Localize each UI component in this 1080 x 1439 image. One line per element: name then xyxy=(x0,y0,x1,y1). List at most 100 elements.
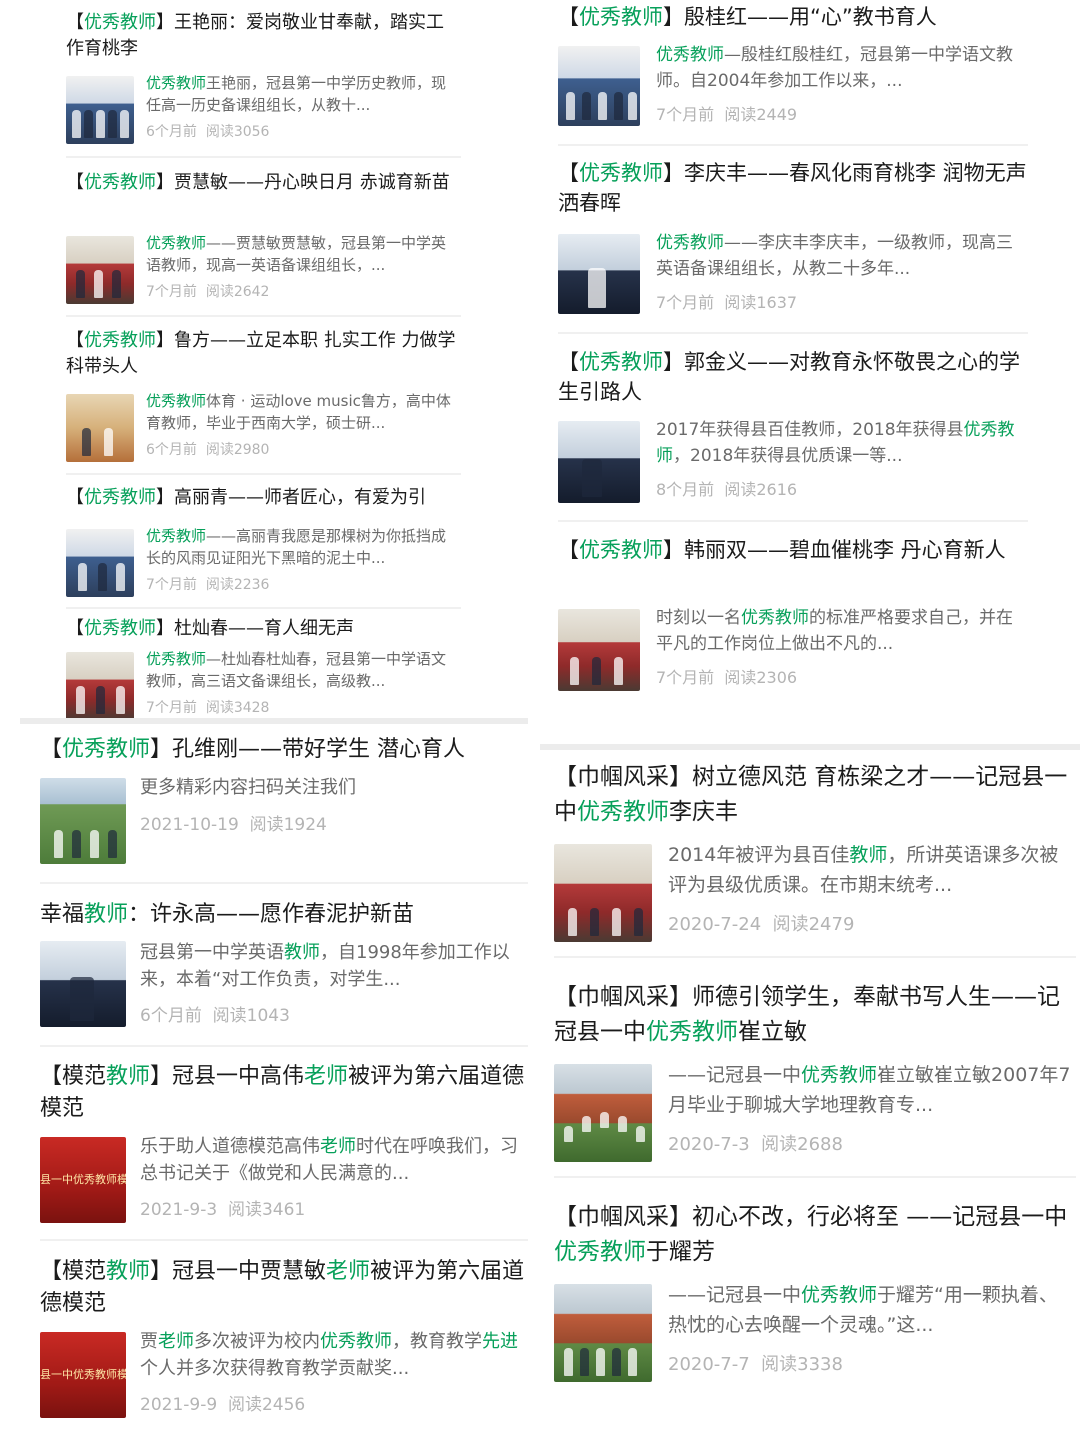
summary-highlight: 优秀教师 xyxy=(146,234,207,252)
list-item[interactable]: 【模范教师】冠县一中高伟老师被评为第六届道德模范 县一中优秀教师模 乐于助人道德… xyxy=(40,1061,528,1225)
list-item[interactable]: 【巾帼风采】初心不改，行必将至 ——记冠县一中优秀教师于耀芳 ——记冠县一中优秀… xyxy=(554,1200,1076,1382)
article-thumbnail[interactable] xyxy=(558,46,640,126)
article-summary: ——记冠县一中优秀教师崔立敏崔立敏2007年7月毕业于聊城大学地理教育专... xyxy=(668,1060,1076,1120)
article-title[interactable]: 【巾帼风采】师德引领学生，奉献书写人生——记冠县一中优秀教师崔立敏 xyxy=(554,980,1076,1050)
list-item[interactable]: 【巾帼风采】师德引领学生，奉献书写人生——记冠县一中优秀教师崔立敏 ——记冠县一… xyxy=(554,980,1076,1162)
list-item[interactable]: 【优秀教师】殷桂红——用“心”教书育人 优秀教师—殷桂红殷桂红，冠县第一中学语文… xyxy=(558,2,1028,130)
list-item[interactable]: 【优秀教师】王艳丽：爱岗敬业甘奉献，踏实工作育桃李 优秀教师王艳丽，冠县第一中学… xyxy=(66,10,461,146)
article-summary: 优秀教师——李庆丰李庆丰，一级教师，现高三英语备课组组长，从教二十多年... xyxy=(656,230,1028,282)
publish-time: 2020-7-3 xyxy=(668,1134,750,1155)
article-title[interactable]: 【优秀教师】贾慧敏——丹心映日月 赤诚育新苗 xyxy=(66,170,461,196)
list-item[interactable]: 【优秀教师】鲁方——立足本职 扎实工作 力做学科带头人 优秀教师体育 · 运动l… xyxy=(66,328,461,464)
read-count: 阅读3338 xyxy=(761,1354,843,1375)
article-thumbnail[interactable] xyxy=(66,394,134,462)
list-item[interactable]: 【优秀教师】韩丽双——碧血催桃李 丹心育新人 时刻以一名优秀教师的标准严格要求自… xyxy=(558,535,1028,695)
article-meta: 6个月前 阅读2980 xyxy=(146,439,269,459)
article-thumbnail[interactable]: 县一中优秀教师模 xyxy=(40,1332,126,1418)
title-text: 贾慧敏——丹心映日月 赤诚育新苗 xyxy=(174,172,450,193)
summary-highlight: 优秀教师 xyxy=(146,650,207,668)
list-item[interactable]: 【巾帼风采】树立德风范 育栋梁之才——记冠县一中优秀教师李庆丰 2014年被评为… xyxy=(554,760,1076,942)
title-prefix: 【巾帼风采】师德引领学生，奉献书写人生——记冠县一中 xyxy=(554,984,1060,1045)
summary-highlight: 优秀教师 xyxy=(146,527,207,545)
article-thumbnail[interactable] xyxy=(40,941,126,1027)
divider xyxy=(558,332,1028,334)
summary-highlight: 优秀教师 xyxy=(146,392,207,410)
article-thumbnail[interactable] xyxy=(554,1064,652,1162)
article-title[interactable]: 【模范教师】冠县一中高伟老师被评为第六届道德模范 xyxy=(40,1061,528,1125)
list-item[interactable]: 【优秀教师】李庆丰——春风化雨育桃李 润物无声洒春晖 优秀教师——李庆丰李庆丰，… xyxy=(558,158,1028,318)
article-thumbnail[interactable] xyxy=(558,609,640,691)
divider xyxy=(66,607,461,609)
article-meta: 2020-7-7 阅读3338 xyxy=(668,1350,843,1376)
summary-text: ，2018年获得县优质课一等... xyxy=(673,446,903,466)
title-prefix: 【 xyxy=(40,737,63,762)
list-item[interactable]: 幸福教师：许永高——愿作春泥护新苗 冠县第一中学英语教师，自1998年参加工作以… xyxy=(40,899,528,1033)
article-meta: 2021-9-3 阅读3461 xyxy=(140,1195,305,1220)
article-meta: 2020-7-3 阅读2688 xyxy=(668,1130,843,1156)
read-count: 阅读2479 xyxy=(772,914,855,935)
article-title[interactable]: 【优秀教师】殷桂红——用“心”教书育人 xyxy=(558,2,1028,32)
article-title[interactable]: 【优秀教师】高丽青——师者匠心，有爱为引 xyxy=(66,485,461,511)
title-highlight: 教师 xyxy=(106,1064,151,1089)
read-count: 阅读2616 xyxy=(724,480,798,499)
article-title[interactable]: 【优秀教师】鲁方——立足本职 扎实工作 力做学科带头人 xyxy=(66,328,461,380)
article-thumbnail[interactable] xyxy=(554,844,652,942)
summary-prefix: 冠县第一中学英语 xyxy=(140,942,284,963)
article-thumbnail[interactable] xyxy=(558,234,640,314)
article-title[interactable]: 【优秀教师】韩丽双——碧血催桃李 丹心育新人 xyxy=(558,535,1028,565)
publish-time: 2020-7-7 xyxy=(668,1354,750,1375)
publish-time: 7个月前 xyxy=(146,577,197,593)
article-title[interactable]: 【优秀教师】李庆丰——春风化雨育桃李 润物无声洒春晖 xyxy=(558,158,1028,218)
article-title[interactable]: 幸福教师：许永高——愿作春泥护新苗 xyxy=(40,899,528,931)
article-thumbnail[interactable] xyxy=(554,1284,652,1382)
list-item[interactable]: 【优秀教师】杜灿春——育人细无声 优秀教师—杜灿春杜灿春，冠县第一中学语文教师，… xyxy=(66,616,461,720)
title-text: 李庆丰 xyxy=(669,799,738,825)
article-summary: 优秀教师—殷桂红殷桂红，冠县第一中学语文教师。自2004年参加工作以来，... xyxy=(656,42,1028,94)
title-text: 于耀芳 xyxy=(646,1239,715,1265)
article-thumbnail[interactable] xyxy=(66,652,134,720)
publish-time: 6个月前 xyxy=(146,124,197,140)
article-title[interactable]: 【优秀教师】王艳丽：爱岗敬业甘奉献，踏实工作育桃李 xyxy=(66,10,461,62)
list-item[interactable]: 【优秀教师】贾慧敏——丹心映日月 赤诚育新苗 优秀教师——贾慧敏贾慧敏，冠县第一… xyxy=(66,170,461,306)
summary-highlight: 先进 xyxy=(482,1331,518,1352)
article-summary: 优秀教师王艳丽，冠县第一中学历史教师，现任高一历史备课组组长，从教十... xyxy=(146,72,461,116)
read-count: 阅读2306 xyxy=(724,668,798,687)
title-text: 】冠县一中高伟 xyxy=(150,1064,305,1089)
title-highlight: 老师 xyxy=(304,1064,349,1089)
right-top-list: 【优秀教师】殷桂红——用“心”教书育人 优秀教师—殷桂红殷桂红，冠县第一中学语文… xyxy=(558,2,1028,714)
article-title[interactable]: 【模范教师】冠县一中贾慧敏老师被评为第六届道德模范 xyxy=(40,1256,528,1320)
article-thumbnail[interactable] xyxy=(40,778,126,864)
list-item[interactable]: 【优秀教师】孔维刚——带好学生 潜心育人 更多精彩内容扫码关注我们 2021-1… xyxy=(40,734,528,868)
read-count: 阅读2642 xyxy=(205,284,270,300)
article-summary: 2017年获得县百佳教师，2018年获得县优秀教师，2018年获得县优质课一等.… xyxy=(656,417,1028,469)
publish-time: 7个月前 xyxy=(656,105,715,124)
article-title[interactable]: 【优秀教师】郭金义——对教育永怀敬畏之心的学生引路人 xyxy=(558,347,1028,407)
article-title[interactable]: 【巾帼风采】初心不改，行必将至 ——记冠县一中优秀教师于耀芳 xyxy=(554,1200,1076,1270)
divider xyxy=(554,956,1076,958)
article-thumbnail[interactable]: 县一中优秀教师模 xyxy=(40,1137,126,1223)
title-highlight: 优秀教师 xyxy=(577,799,669,825)
tag-label: 优秀教师 xyxy=(84,487,156,508)
article-title[interactable]: 【优秀教师】杜灿春——育人细无声 xyxy=(66,616,461,642)
article-thumbnail[interactable] xyxy=(66,236,134,304)
article-thumbnail[interactable] xyxy=(558,421,640,503)
article-title[interactable]: 【巾帼风采】树立德风范 育栋梁之才——记冠县一中优秀教师李庆丰 xyxy=(554,760,1076,830)
article-thumbnail[interactable] xyxy=(66,76,134,144)
summary-prefix: 更多精彩内容扫码关注我们 xyxy=(140,777,356,798)
article-title[interactable]: 【优秀教师】孔维刚——带好学生 潜心育人 xyxy=(40,734,528,766)
right-bottom-list: 【巾帼风采】树立德风范 育栋梁之才——记冠县一中优秀教师李庆丰 2014年被评为… xyxy=(554,760,1076,1385)
tag-label: 优秀教师 xyxy=(84,12,156,33)
list-item[interactable]: 【优秀教师】高丽青——师者匠心，有爱为引 优秀教师——高丽青我愿是那棵树为你抵挡… xyxy=(66,485,461,600)
summary-highlight: 优秀教师 xyxy=(656,233,724,253)
article-thumbnail[interactable] xyxy=(66,529,134,597)
title-text: 韩丽双——碧血催桃李 丹心育新人 xyxy=(684,538,1006,562)
article-meta: 7个月前 阅读3428 xyxy=(146,697,269,717)
list-item[interactable]: 【模范教师】冠县一中贾慧敏老师被评为第六届道德模范 县一中优秀教师模 贾老师多次… xyxy=(40,1256,528,1420)
title-highlight: 教师 xyxy=(84,902,129,927)
summary-prefix: 2014年被评为县百佳 xyxy=(668,844,850,866)
summary-highlight: 优秀教师 xyxy=(320,1331,392,1352)
divider xyxy=(554,1176,1076,1178)
list-item[interactable]: 【优秀教师】郭金义——对教育永怀敬畏之心的学生引路人 2017年获得县百佳教师，… xyxy=(558,347,1028,507)
article-meta: 2021-10-19 阅读1924 xyxy=(140,810,327,835)
read-count: 阅读2980 xyxy=(205,442,270,458)
